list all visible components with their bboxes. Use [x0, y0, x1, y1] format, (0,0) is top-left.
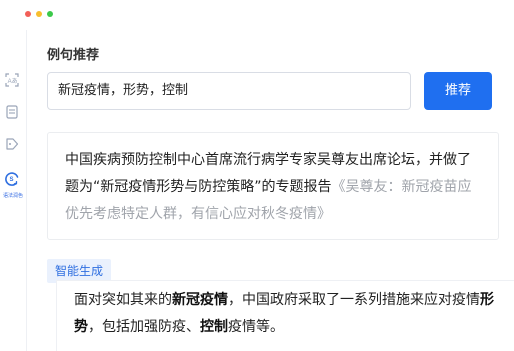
app-window: Aあ S 语法润色 例句推荐 新冠疫情，形势，控制 推荐 中国疾病预防控制中心首… [0, 0, 514, 351]
minimize-window-button[interactable] [36, 11, 42, 17]
generated-sentence-panel[interactable]: 面对突如其来的新冠疫情，中国政府采取了一系列措施来应对疫情形势，包括加强防疫、控… [56, 280, 514, 351]
keyword-input[interactable]: 新冠疫情，形势，控制 [47, 72, 411, 110]
generated-keyword: 新冠疫情 [172, 292, 228, 308]
generated-segment: ，包括加强防疫、 [88, 319, 200, 335]
example-sentence-card[interactable]: 中国疾病预防控制中心首席流行病学专家吴尊友出席论坛，并做了题为“新冠疫情形势与防… [47, 132, 499, 240]
generated-segment: 面对突如其来的 [74, 292, 172, 308]
zoom-window-button[interactable] [47, 11, 53, 17]
tag-icon[interactable] [4, 136, 20, 152]
section-title: 例句推荐 [47, 48, 100, 63]
svg-text:S: S [10, 177, 14, 183]
rewrite-icon[interactable]: S [3, 170, 21, 188]
translate-icon[interactable]: Aあ [4, 72, 20, 88]
close-window-button[interactable] [25, 11, 31, 17]
recommend-button[interactable]: 推荐 [424, 72, 492, 110]
title-bar [0, 0, 514, 30]
generated-segment: 疫情等。 [228, 319, 284, 335]
generated-keyword: 控制 [200, 319, 228, 335]
document-icon[interactable] [4, 104, 20, 120]
sidebar: Aあ S 语法润色 [0, 30, 27, 351]
generated-segment: ，中国政府采取了一系列措施来应对疫情 [228, 292, 480, 308]
sidebar-active-label: 语法润色 [2, 193, 23, 199]
svg-text:Aあ: Aあ [8, 78, 18, 85]
